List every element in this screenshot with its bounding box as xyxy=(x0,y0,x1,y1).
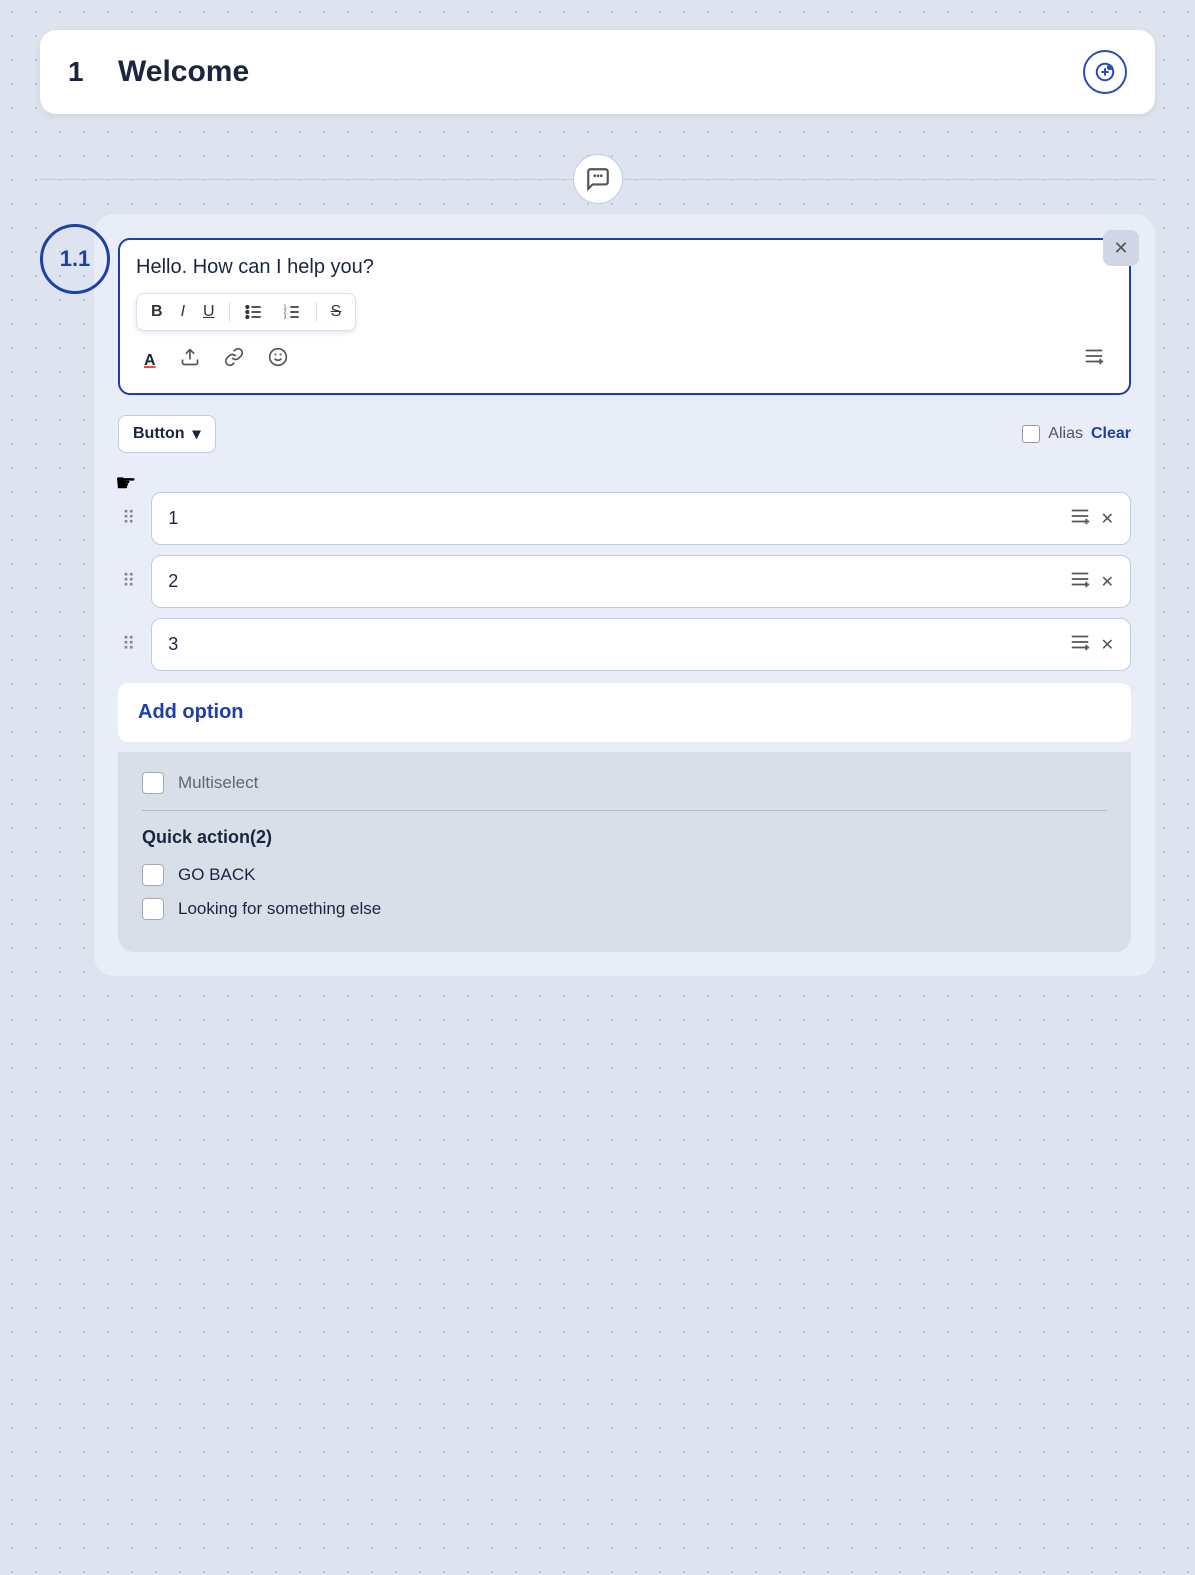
editor-text: Hello. How can I help you? xyxy=(136,256,1113,279)
svg-text:3.: 3. xyxy=(283,315,287,321)
alias-checkbox[interactable] xyxy=(1022,425,1040,443)
button-type-dropdown[interactable]: Button ▾ xyxy=(118,415,216,453)
upload-button[interactable] xyxy=(172,343,208,376)
qa-checkbox-2[interactable] xyxy=(142,898,164,920)
option-3-text: 3 xyxy=(168,634,1068,655)
toolbar-row2: A xyxy=(136,341,1113,377)
clear-button[interactable]: Clear xyxy=(1091,425,1131,443)
add-format-button[interactable] xyxy=(1075,341,1113,377)
welcome-title: Welcome xyxy=(118,55,1063,89)
strikethrough-button[interactable]: S xyxy=(323,299,350,325)
svg-text:+: + xyxy=(1108,65,1112,72)
drag-handle-3[interactable]: ⠿ xyxy=(118,630,141,659)
text-editor-area: Hello. How can I help you? B I U xyxy=(118,238,1131,395)
step-badge: 1.1 xyxy=(40,224,110,294)
add-feature-button[interactable]: + xyxy=(1083,50,1127,94)
option-3-input[interactable]: 3 ✕ xyxy=(151,618,1131,671)
option-2-remove-button[interactable]: ✕ xyxy=(1101,572,1114,592)
format-toolbar: B I U xyxy=(136,293,356,331)
qa-label-2: Looking for something else xyxy=(178,899,381,919)
editor-panel: ✕ Hello. How can I help you? B I U xyxy=(94,214,1155,976)
bold-button[interactable]: B xyxy=(143,299,171,325)
link-button[interactable] xyxy=(216,343,252,376)
alias-section: Alias Clear xyxy=(1022,425,1131,443)
option-1-input[interactable]: 1 ✕ xyxy=(151,492,1131,545)
italic-button[interactable]: I xyxy=(173,299,193,325)
button-row: Button ▾ Alias Clear xyxy=(118,415,1131,453)
option-1-text: 1 xyxy=(168,508,1068,529)
option-1-add-button[interactable] xyxy=(1069,505,1091,532)
option-1-remove-button[interactable]: ✕ xyxy=(1101,509,1114,529)
options-list: ⠿ 1 xyxy=(118,492,1131,671)
qa-label-1: GO BACK xyxy=(178,865,255,885)
cursor-icon: ☛ xyxy=(115,469,137,498)
alias-label: Alias xyxy=(1048,425,1083,443)
option-3-add-button[interactable] xyxy=(1069,631,1091,658)
bottom-section: Multiselect Quick action(2) GO BACK Look… xyxy=(118,752,1131,952)
close-button[interactable]: ✕ xyxy=(1103,230,1139,266)
bullet-list-button[interactable] xyxy=(236,298,272,326)
multiselect-label: Multiselect xyxy=(178,773,258,793)
numbered-list-button[interactable]: 1. 2. 3. xyxy=(274,298,310,326)
multiselect-checkbox[interactable] xyxy=(142,772,164,794)
welcome-number: 1 xyxy=(68,56,98,88)
toolbar-row1: B I U xyxy=(136,293,1113,331)
text-color-button[interactable]: A xyxy=(136,343,164,376)
qa-checkbox-1[interactable] xyxy=(142,864,164,886)
emoji-button[interactable] xyxy=(260,343,296,376)
underline-button[interactable]: U xyxy=(195,299,223,325)
drag-handle-1[interactable]: ⠿ xyxy=(118,504,141,533)
section-divider xyxy=(142,810,1107,811)
chat-icon xyxy=(573,154,623,204)
option-2-actions: ✕ xyxy=(1069,568,1114,595)
toolbar-row2-left: A xyxy=(136,343,296,376)
option-2-add-button[interactable] xyxy=(1069,568,1091,595)
multiselect-row: Multiselect xyxy=(142,772,1107,794)
add-option-button[interactable]: Add option xyxy=(118,683,1131,742)
option-2-text: 2 xyxy=(168,571,1068,592)
option-3-actions: ✕ xyxy=(1069,631,1114,658)
quick-action-title: Quick action(2) xyxy=(142,827,1107,848)
option-2-input[interactable]: 2 ✕ xyxy=(151,555,1131,608)
option-1-actions: ✕ xyxy=(1069,505,1114,532)
welcome-card: 1 Welcome + xyxy=(40,30,1155,114)
quick-action-row-1: GO BACK xyxy=(142,864,1107,886)
drag-handle-2[interactable]: ⠿ xyxy=(118,567,141,596)
table-row: ⠿ 2 xyxy=(118,555,1131,608)
quick-action-row-2: Looking for something else xyxy=(142,898,1107,920)
table-row: ⠿ 1 xyxy=(118,492,1131,545)
option-3-remove-button[interactable]: ✕ xyxy=(1101,635,1114,655)
table-row: ⠿ 3 xyxy=(118,618,1131,671)
connector-row xyxy=(40,154,1155,204)
